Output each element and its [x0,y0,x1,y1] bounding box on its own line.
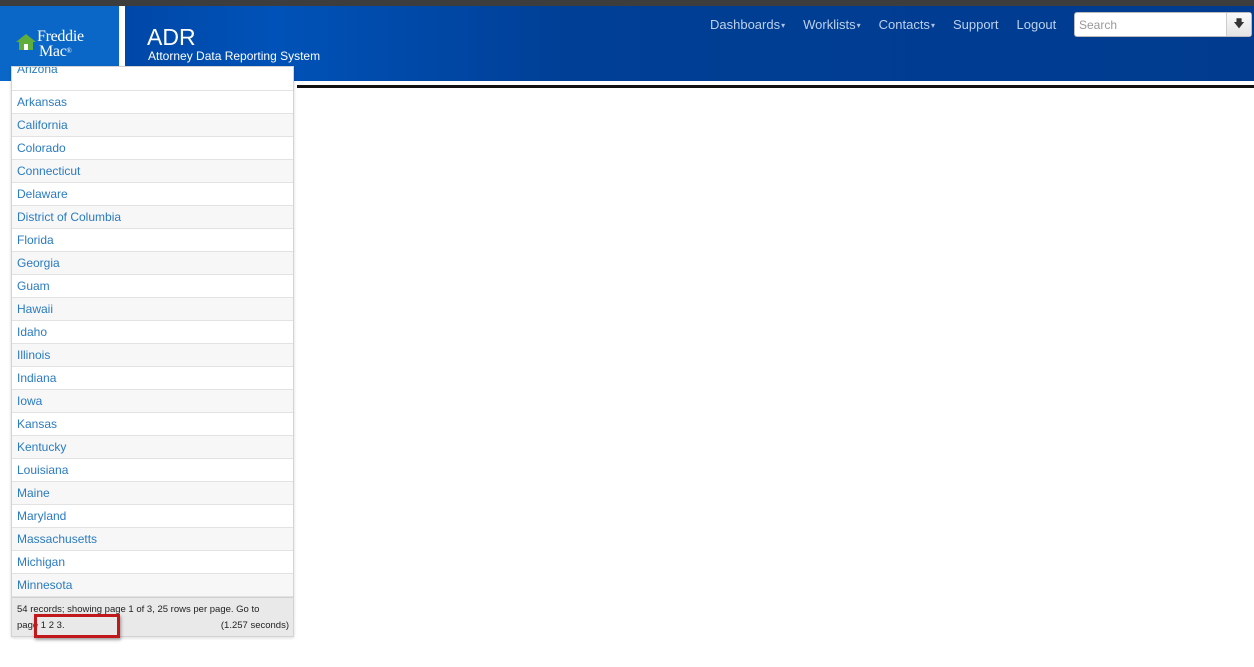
pager-goto-prefix: page [17,620,39,631]
pager-footer: 54 records; showing page 1 of 3, 25 rows… [12,597,293,636]
app-title: ADR [147,24,196,50]
caret-down-icon: ▾ [781,21,786,31]
nav-support[interactable]: Support [953,17,999,32]
state-link[interactable]: District of Columbia [12,206,293,229]
pager-summary: 54 records; showing page 1 of 3, 25 rows… [17,604,260,615]
pager-suffix: . [61,620,65,631]
search-input[interactable] [1075,13,1226,36]
state-link[interactable]: Guam [12,275,293,298]
state-list: Arizona Arkansas California Colorado Connect… [12,67,293,597]
registered-mark: ® [66,47,72,55]
caret-down-icon: ▾ [930,21,935,31]
nav-dashboards-label: Dashboards [710,17,781,32]
logo-text: Freddie Mac® [37,29,84,60]
house-icon [16,34,36,50]
state-link[interactable]: Kansas [12,413,293,436]
state-link[interactable]: Colorado [12,137,293,160]
nav-dashboards[interactable]: Dashboards▾ [710,17,785,32]
divider-line [297,85,1254,88]
state-link[interactable]: Minnesota [12,574,293,597]
caret-down-icon: ▾ [856,21,861,31]
state-link[interactable]: Hawaii [12,298,293,321]
nav-logout[interactable]: Logout [1017,17,1057,32]
state-link[interactable]: Connecticut [12,160,293,183]
pager-goto: page 1 2 3. [17,620,65,631]
state-link[interactable]: California [12,114,293,137]
state-link[interactable]: Michigan [12,551,293,574]
nav-worklists[interactable]: Worklists▾ [803,17,861,32]
state-link[interactable]: Delaware [12,183,293,206]
state-link[interactable]: Georgia [12,252,293,275]
state-link[interactable]: Florida [12,229,293,252]
state-link[interactable]: Idaho [12,321,293,344]
nav-worklists-label: Worklists [803,17,856,32]
state-link[interactable]: Illinois [12,344,293,367]
nav-contacts[interactable]: Contacts▾ [879,17,935,32]
page-link-1[interactable]: 1 [41,620,46,631]
state-list-panel[interactable]: Arizona Arkansas California Colorado Connect… [11,66,294,637]
search-dropdown-button[interactable]: 🡇 [1226,13,1251,36]
state-link[interactable]: Iowa [12,390,293,413]
app-subtitle: Attorney Data Reporting System [148,49,321,63]
state-link[interactable]: Kentucky [12,436,293,459]
state-link-partial[interactable]: Arizona [12,67,293,91]
query-timing: (1.257 seconds) [220,620,289,631]
nav-contacts-label: Contacts [878,17,930,32]
state-link[interactable]: Louisiana [12,459,293,482]
state-link[interactable]: Maine [12,482,293,505]
state-link[interactable]: Maryland [12,505,293,528]
page-link-2[interactable]: 2 [49,620,54,631]
state-link[interactable]: Indiana [12,367,293,390]
main-nav: Dashboards▾ Worklists▾ Contacts▾ Support… [710,17,1074,32]
state-link[interactable]: Arkansas [12,91,293,114]
logo-line2: Mac [39,43,67,60]
download-arrow-icon: 🡇 [1233,18,1245,30]
search-box: 🡇 [1074,12,1252,37]
state-link[interactable]: Massachusetts [12,528,293,551]
